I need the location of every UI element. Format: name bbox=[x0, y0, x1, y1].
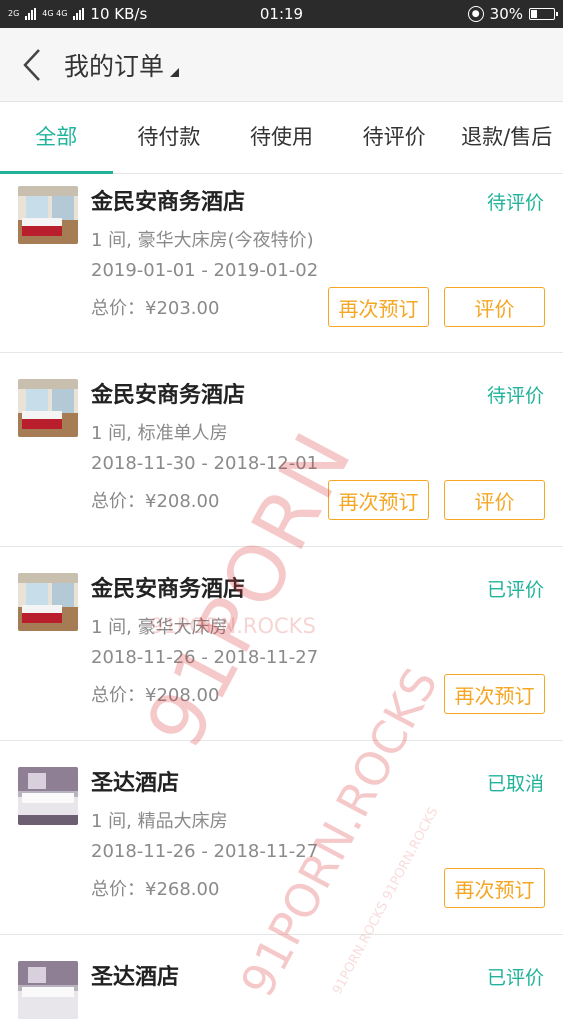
tab-pending-use[interactable]: 待使用 bbox=[225, 102, 338, 174]
rebook-button[interactable]: 再次预订 bbox=[444, 674, 545, 714]
title-dropdown[interactable]: 我的订单 bbox=[64, 47, 180, 83]
rate-button[interactable]: 评价 bbox=[444, 480, 545, 520]
order-item[interactable]: 圣达酒店 已评价 bbox=[0, 935, 563, 1019]
rebook-button[interactable]: 再次预订 bbox=[444, 868, 545, 908]
back-arrow-icon bbox=[23, 48, 40, 81]
stay-dates: 2019-01-01 - 2019-01-02 bbox=[91, 260, 319, 281]
hotel-name: 金民安商务酒店 bbox=[91, 190, 246, 215]
header: 我的订单 bbox=[0, 28, 563, 102]
total-price: 总价：¥208.00 bbox=[91, 491, 220, 512]
hotel-thumbnail bbox=[18, 573, 78, 631]
hotel-thumbnail bbox=[18, 379, 78, 437]
hotel-thumbnail bbox=[18, 961, 78, 1019]
network-type-right: 4G 4G bbox=[42, 9, 68, 18]
room-info: 1 间, 标准单人房 bbox=[91, 423, 228, 444]
total-price: 总价：¥268.00 bbox=[91, 879, 220, 900]
order-item[interactable]: 金民安商务酒店 已评价 1 间, 豪华大床房 2018-11-26 - 2018… bbox=[0, 547, 563, 741]
stay-dates: 2018-11-30 - 2018-12-01 bbox=[91, 453, 319, 474]
status-bar: 2G 4G 4G 10 KB/s 01:19 ● 30% bbox=[0, 0, 563, 28]
rate-button[interactable]: 评价 bbox=[444, 287, 545, 327]
order-item[interactable]: 金民安商务酒店 待评价 1 间, 豪华大床房(今夜特价) 2019-01-01 … bbox=[0, 174, 563, 353]
hotel-thumbnail bbox=[18, 186, 78, 244]
room-info: 1 间, 豪华大床房(今夜特价) bbox=[91, 230, 314, 251]
stay-dates: 2018-11-26 - 2018-11-27 bbox=[91, 841, 319, 862]
battery-icon bbox=[529, 8, 558, 20]
tab-pending-payment[interactable]: 待付款 bbox=[113, 102, 226, 174]
order-status: 待评价 bbox=[486, 385, 544, 407]
tab-refund[interactable]: 退款/售后 bbox=[450, 102, 563, 174]
network-speed: 10 KB/s bbox=[90, 5, 148, 23]
dropdown-caret-icon bbox=[170, 67, 180, 77]
battery-percent: 30% bbox=[489, 5, 523, 23]
order-status: 已评价 bbox=[486, 967, 544, 989]
order-status: 已评价 bbox=[486, 579, 544, 601]
back-button[interactable] bbox=[0, 28, 64, 102]
hotel-name: 金民安商务酒店 bbox=[91, 577, 246, 602]
hotel-name: 金民安商务酒店 bbox=[91, 383, 246, 408]
order-item[interactable]: 金民安商务酒店 待评价 1 间, 标准单人房 2018-11-30 - 2018… bbox=[0, 353, 563, 547]
rotation-lock-icon: ● bbox=[467, 6, 484, 22]
signal-icon-2 bbox=[73, 8, 85, 20]
signal-icon bbox=[25, 8, 37, 20]
rebook-button[interactable]: 再次预订 bbox=[328, 287, 429, 327]
hotel-name: 圣达酒店 bbox=[91, 965, 180, 990]
hotel-name: 圣达酒店 bbox=[91, 771, 180, 796]
order-item[interactable]: 圣达酒店 已取消 1 间, 精品大床房 2018-11-26 - 2018-11… bbox=[0, 741, 563, 935]
order-list: 金民安商务酒店 待评价 1 间, 豪华大床房(今夜特价) 2019-01-01 … bbox=[0, 174, 563, 1019]
tab-all[interactable]: 全部 bbox=[0, 102, 113, 174]
stay-dates: 2018-11-26 - 2018-11-27 bbox=[91, 647, 319, 668]
network-type-left: 2G bbox=[8, 9, 20, 18]
tab-pending-review[interactable]: 待评价 bbox=[338, 102, 451, 174]
hotel-thumbnail bbox=[18, 767, 78, 825]
total-price: 总价：¥203.00 bbox=[91, 298, 220, 319]
room-info: 1 间, 豪华大床房 bbox=[91, 617, 228, 638]
status-right: ● 30% bbox=[467, 5, 558, 23]
page-title: 我的订单 bbox=[64, 51, 165, 81]
order-status: 已取消 bbox=[486, 773, 544, 795]
total-price: 总价：¥208.00 bbox=[91, 685, 220, 706]
status-left: 2G 4G 4G 10 KB/s bbox=[8, 5, 147, 23]
order-tabs: 全部 待付款 待使用 待评价 退款/售后 bbox=[0, 102, 563, 174]
rebook-button[interactable]: 再次预订 bbox=[328, 480, 429, 520]
room-info: 1 间, 精品大床房 bbox=[91, 811, 228, 832]
order-status: 待评价 bbox=[486, 192, 544, 214]
